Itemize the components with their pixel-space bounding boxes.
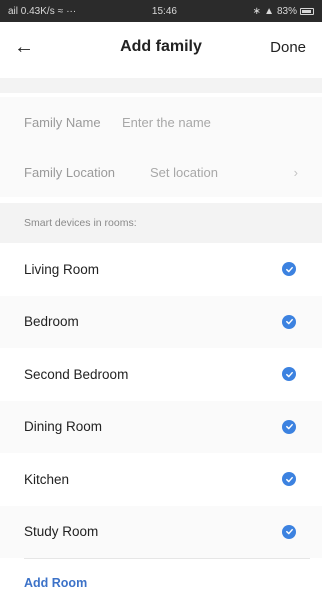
family-name-label: Family Name [24, 114, 101, 130]
room-row[interactable]: Bedroom [0, 295, 322, 348]
more-icon: ··· [66, 5, 77, 17]
battery-text: 83% [276, 5, 297, 17]
room-row[interactable]: Dining Room [0, 400, 322, 453]
check-circle-icon[interactable] [282, 262, 296, 277]
signal-icon: ▲ [264, 5, 274, 17]
check-circle-icon[interactable] [282, 472, 296, 487]
family-name-input[interactable] [122, 114, 298, 130]
room-label: Dining Room [24, 419, 103, 435]
family-name-row: Family Name [0, 97, 322, 147]
room-label: Second Bedroom [24, 366, 129, 382]
add-room-button[interactable]: Add Room [24, 576, 87, 590]
done-button[interactable]: Done [270, 39, 306, 56]
room-label: Study Room [24, 524, 99, 540]
battery-icon [299, 7, 314, 15]
bluetooth-icon: ∗ [252, 5, 262, 17]
check-circle-icon[interactable] [282, 367, 296, 382]
check-circle-icon[interactable] [282, 314, 296, 329]
status-left: ail 0.43K/s ≈ ··· [8, 6, 76, 17]
arrow-left-icon[interactable]: ← [14, 36, 44, 59]
status-time: 15:46 [151, 5, 177, 17]
room-row[interactable]: Living Room [0, 243, 322, 296]
room-row[interactable]: Kitchen [0, 453, 322, 506]
status-bar: ail 0.43K/s ≈ ··· 15:46 ∗ ▲ 83% [0, 0, 322, 22]
room-label: Kitchen [24, 471, 70, 487]
room-row[interactable]: Second Bedroom [0, 348, 322, 401]
family-location-value: Set location [150, 164, 218, 180]
check-circle-icon[interactable] [282, 524, 296, 539]
rooms-section-header: Smart devices in rooms: [0, 203, 322, 243]
room-label: Living Room [24, 261, 100, 277]
network-speed-text: ail 0.43K/s [8, 5, 55, 17]
room-label: Bedroom [24, 314, 79, 330]
nav-bar: ← Add family Done [0, 22, 322, 72]
status-right: ∗ ▲ 83% [253, 6, 314, 17]
family-location-row[interactable]: Family Location Set location › [0, 147, 322, 197]
check-circle-icon[interactable] [282, 419, 296, 434]
room-list: Living Room Bedroom Second Bedroom Dining R… [0, 243, 322, 558]
section-spacer [0, 78, 322, 93]
chevron-right-icon: › [293, 164, 298, 180]
room-row[interactable]: Study Room [0, 505, 322, 558]
divider [24, 558, 310, 559]
family-location-label: Family Location [24, 164, 116, 180]
wifi-icon: ≈ [57, 5, 64, 17]
